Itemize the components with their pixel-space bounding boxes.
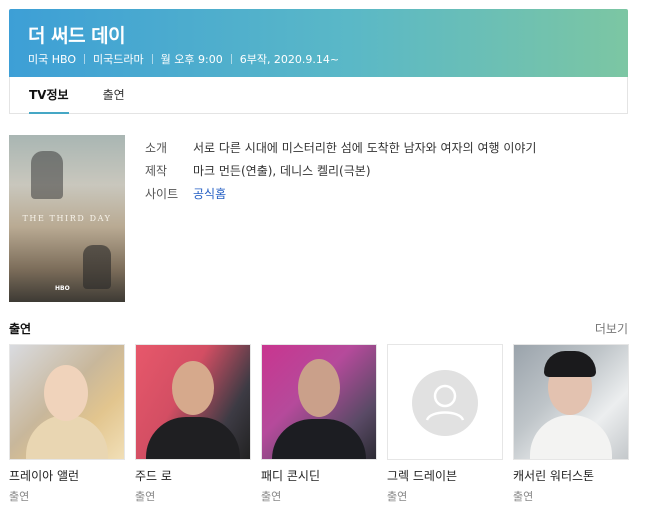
photo-shape [146, 417, 240, 459]
cast-name[interactable]: 캐서린 워터스톤 [513, 467, 629, 484]
production-text: 마크 먼든(연출), 데니스 켈리(극본) [193, 164, 371, 178]
tab-tv-info[interactable]: TV정보 [29, 77, 69, 114]
cast-name[interactable]: 그렉 드레이븐 [387, 467, 503, 484]
meta-episodes: 6부작, 2020.9.14~ [239, 53, 340, 66]
cast-item[interactable]: 그렉 드레이븐 출연 [387, 344, 503, 504]
meta-channel: 미국 HBO [28, 53, 77, 66]
synopsis-text: 서로 다른 시대에 미스터리한 섬에 도착한 남자와 여자의 여행 이야기 [193, 141, 537, 155]
cast-item[interactable]: 캐서린 워터스톤 출연 [513, 344, 629, 504]
show-poster[interactable]: THE THIRD DAY HBO [9, 135, 125, 302]
show-info: 소개 서로 다른 시대에 미스터리한 섬에 도착한 남자와 여자의 여행 이야기… [145, 141, 536, 210]
show-header: 더 써드 데이 미국 HBO 미국드라마 월 오후 9:00 6부작, 2020… [9, 9, 628, 77]
photo-shape [544, 351, 596, 377]
cast-photo[interactable] [261, 344, 377, 460]
cast-role: 출연 [387, 490, 408, 503]
more-button[interactable]: 더보기 [595, 320, 628, 337]
photo-shape [298, 359, 340, 417]
poster-title-text: THE THIRD DAY [22, 214, 112, 223]
synopsis-label: 소개 [145, 141, 168, 155]
tab-cast[interactable]: 출연 [103, 77, 125, 113]
photo-shape [530, 415, 612, 459]
cast-name[interactable]: 패디 콘시딘 [261, 467, 377, 484]
person-placeholder-icon [412, 370, 478, 436]
cast-role: 출연 [261, 490, 282, 503]
cast-role: 출연 [9, 490, 30, 503]
photo-shape [26, 415, 108, 459]
poster-figure [83, 245, 111, 289]
person-silhouette-icon [425, 384, 465, 421]
meta-divider [230, 54, 232, 64]
production-label: 제작 [145, 164, 168, 178]
info-row-synopsis: 소개 서로 다른 시대에 미스터리한 섬에 도착한 남자와 여자의 여행 이야기 [145, 141, 536, 164]
meta-airtime: 월 오후 9:00 [160, 53, 223, 66]
cast-photo[interactable] [9, 344, 125, 460]
tab-bar: TV정보 출연 [9, 77, 628, 114]
show-card: 더 써드 데이 미국 HBO 미국드라마 월 오후 9:00 6부작, 2020… [9, 9, 628, 114]
info-row-site: 사이트 공식홈 [145, 187, 536, 210]
photo-shape [272, 419, 366, 459]
cast-photo[interactable] [513, 344, 629, 460]
show-meta: 미국 HBO 미국드라마 월 오후 9:00 6부작, 2020.9.14~ [28, 51, 339, 67]
cast-item[interactable]: 주드 로 출연 [135, 344, 251, 504]
cast-photo[interactable] [135, 344, 251, 460]
cast-item[interactable]: 프레이아 앨런 출연 [9, 344, 125, 504]
cast-role: 출연 [135, 490, 156, 503]
cast-name[interactable]: 주드 로 [135, 467, 251, 484]
info-row-production: 제작 마크 먼든(연출), 데니스 켈리(극본) [145, 164, 536, 187]
cast-section-title: 출연 [9, 322, 32, 336]
site-label: 사이트 [145, 187, 179, 201]
photo-shape [44, 365, 88, 421]
cast-role: 출연 [513, 490, 534, 503]
official-site-link[interactable]: 공식홈 [193, 187, 226, 210]
show-title[interactable]: 더 써드 데이 [28, 21, 126, 48]
cast-section-header: 출연 더보기 [9, 320, 628, 336]
cast-item[interactable]: 패디 콘시딘 출연 [261, 344, 377, 504]
photo-shape [172, 361, 214, 415]
poster-logo: HBO [55, 285, 70, 292]
meta-genre: 미국드라마 [93, 53, 144, 66]
meta-divider [151, 54, 153, 64]
meta-divider [84, 54, 86, 64]
cast-photo-placeholder[interactable] [387, 344, 503, 460]
cast-name[interactable]: 프레이아 앨런 [9, 467, 125, 484]
poster-figure [31, 151, 63, 199]
